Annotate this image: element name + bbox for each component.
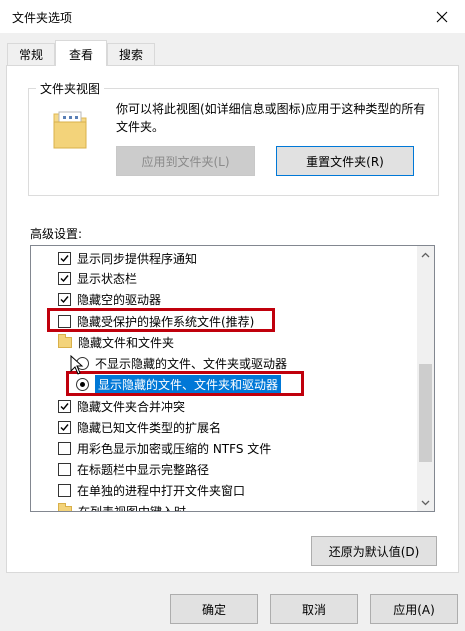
- radio-button[interactable]: [76, 377, 89, 391]
- checkmark-icon: [60, 254, 69, 262]
- folder-views-title: 文件夹视图: [36, 80, 105, 97]
- apply-button[interactable]: 应用(A): [370, 594, 458, 624]
- list-item[interactable]: 隐藏已知文件类型的扩展名: [58, 417, 221, 437]
- checkbox[interactable]: [58, 399, 71, 413]
- ok-button[interactable]: 确定: [170, 594, 258, 624]
- checkmark-icon: [60, 295, 69, 303]
- chevron-down-icon: [421, 500, 430, 505]
- title-bar: 文件夹选项: [0, 0, 465, 33]
- cancel-button[interactable]: 取消: [270, 594, 358, 624]
- folder-view-icon: [53, 111, 87, 149]
- folder-icon: [58, 502, 72, 511]
- checkmark-icon: [60, 274, 69, 282]
- advanced-settings-tree[interactable]: 显示同步提供程序通知 显示状态栏 隐藏空的驱动器 隐藏受保护的操作系统文件(推荐…: [30, 245, 435, 512]
- list-item-label: 显示隐藏的文件、文件夹和驱动器: [95, 374, 282, 394]
- close-button[interactable]: [419, 0, 465, 33]
- checkbox[interactable]: [58, 441, 71, 455]
- list-item[interactable]: 在单独的进程中打开文件夹窗口: [58, 480, 245, 500]
- list-item-label: 不显示隐藏的文件、文件夹或驱动器: [95, 356, 288, 371]
- checkbox[interactable]: [58, 420, 71, 434]
- checkbox[interactable]: [58, 314, 71, 328]
- folder-views-description: 你可以将此视图(如详细信息或图标)应用于这种类型的所有文件夹。: [116, 102, 426, 134]
- list-item[interactable]: 用彩色显示加密或压缩的 NTFS 文件: [58, 438, 271, 458]
- list-item-label: 隐藏受保护的操作系统文件(推荐): [77, 314, 255, 329]
- window-title: 文件夹选项: [12, 11, 73, 25]
- tab-search[interactable]: 搜索: [107, 43, 155, 65]
- restore-defaults-button[interactable]: 还原为默认值(D): [311, 536, 437, 566]
- checkbox[interactable]: [58, 251, 71, 265]
- checkmark-icon: [60, 423, 69, 431]
- list-item-label: 显示同步提供程序通知: [77, 251, 198, 266]
- apply-to-folders-button[interactable]: 应用到文件夹(L): [116, 146, 255, 176]
- vertical-scrollbar[interactable]: [417, 246, 434, 511]
- mouse-cursor-icon: [70, 355, 84, 375]
- list-item-label: 在标题栏中显示完整路径: [77, 462, 210, 477]
- checkbox[interactable]: [58, 271, 71, 285]
- list-item: 在列表视图中键入时: [58, 501, 187, 512]
- checkbox[interactable]: [58, 292, 71, 306]
- list-item-label: 用彩色显示加密或压缩的 NTFS 文件: [77, 441, 272, 456]
- list-item[interactable]: 显示同步提供程序通知: [58, 248, 197, 268]
- list-item-label: 显示状态栏: [77, 271, 138, 286]
- list-item[interactable]: 显示状态栏: [58, 268, 137, 288]
- list-item-label: 隐藏文件夹合并冲突: [77, 399, 186, 414]
- list-item[interactable]: 显示隐藏的文件、文件夹和驱动器: [76, 374, 282, 394]
- scroll-up-button[interactable]: [417, 246, 434, 263]
- list-item[interactable]: 不显示隐藏的文件、文件夹或驱动器: [76, 353, 287, 373]
- checkmark-icon: [60, 402, 69, 410]
- list-item-label: 隐藏文件和文件夹: [78, 335, 175, 350]
- tab-general[interactable]: 常规: [7, 43, 55, 65]
- checkbox[interactable]: [58, 483, 71, 497]
- folder-icon: [58, 333, 72, 348]
- list-item-label: 在单独的进程中打开文件夹窗口: [77, 483, 246, 498]
- list-item[interactable]: 隐藏文件夹合并冲突: [58, 396, 185, 416]
- chevron-up-icon: [421, 252, 430, 257]
- list-item-label: 隐藏空的驱动器: [77, 292, 162, 307]
- list-item-label: 在列表视图中键入时: [78, 504, 187, 512]
- list-item-label: 隐藏已知文件类型的扩展名: [77, 420, 222, 435]
- list-item[interactable]: 在标题栏中显示完整路径: [58, 459, 209, 479]
- scroll-down-button[interactable]: [417, 494, 434, 511]
- reset-folders-button[interactable]: 重置文件夹(R): [276, 146, 414, 176]
- checkbox[interactable]: [58, 462, 71, 476]
- tab-view[interactable]: 查看: [55, 40, 107, 66]
- list-item: 隐藏文件和文件夹: [58, 332, 174, 352]
- close-icon: [436, 11, 448, 22]
- list-item[interactable]: 隐藏空的驱动器: [58, 289, 161, 309]
- advanced-settings-label: 高级设置:: [30, 227, 83, 241]
- scrollbar-thumb[interactable]: [419, 364, 432, 462]
- list-item[interactable]: 隐藏受保护的操作系统文件(推荐): [58, 311, 254, 331]
